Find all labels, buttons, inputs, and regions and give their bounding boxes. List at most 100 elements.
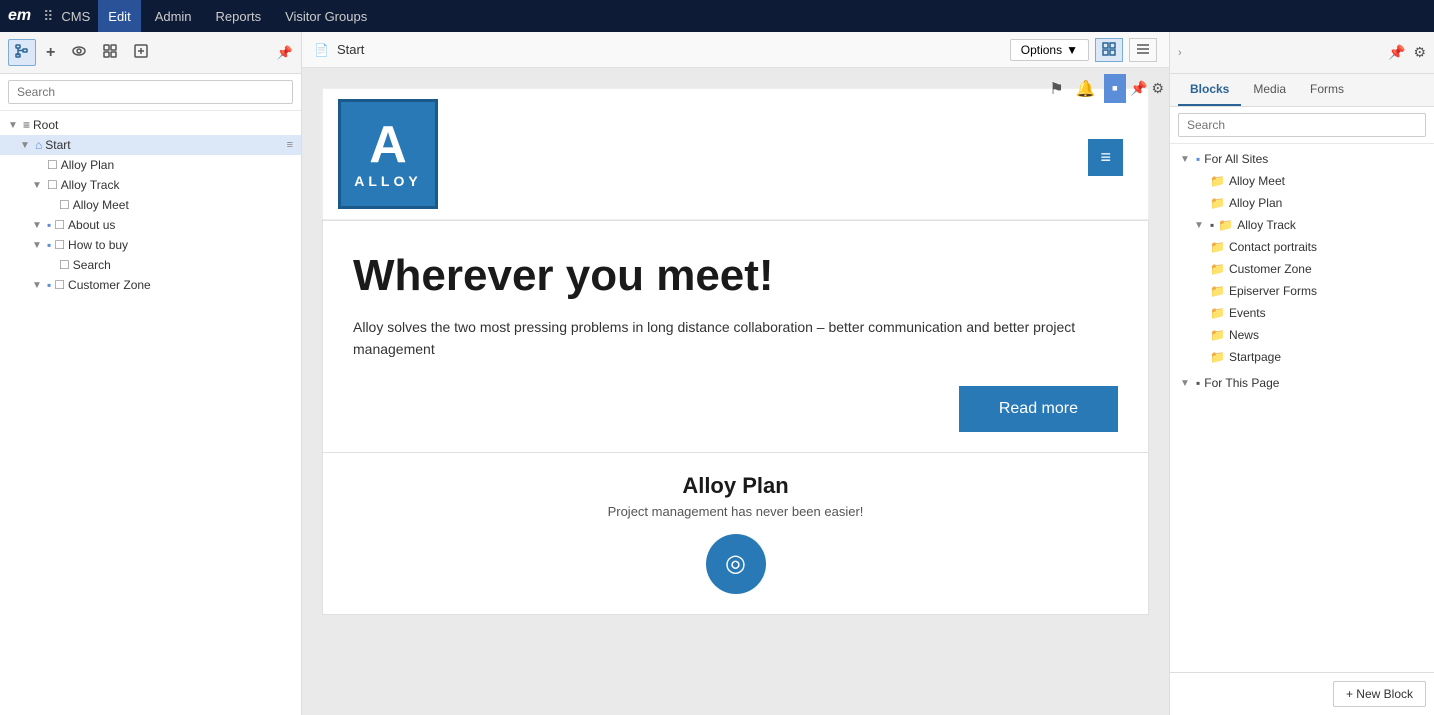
start-actions[interactable]: ≡ (287, 139, 293, 151)
right-sidebar-expand[interactable]: › (1178, 47, 1182, 59)
alloy-plan-title: Alloy Plan (343, 473, 1128, 499)
expand-alloy-track-icon: ▼ (32, 180, 44, 191)
right-sidebar: › 📌 ⚙ Blocks Media Forms ▼ ▪ For All Sit… (1169, 32, 1434, 715)
tab-blocks[interactable]: Blocks (1178, 74, 1241, 106)
alloy-plan-subtitle: Project management has never been easier… (343, 504, 1128, 519)
flag-button[interactable]: ⚑ (1045, 75, 1067, 103)
root-icon: ≡ (23, 118, 30, 132)
right-tree-customer-zone[interactable]: 📁 Customer Zone (1170, 258, 1434, 280)
news-label: News (1229, 328, 1259, 342)
tree-view-button[interactable] (8, 39, 36, 66)
pin-icon-left[interactable]: 📌 (277, 45, 293, 61)
breadcrumb-page-icon: 📄 (314, 43, 329, 57)
episerver-forms-label: Episerver Forms (1229, 284, 1317, 298)
new-block-button[interactable]: + New Block (1333, 681, 1426, 707)
tree-item-about-us-label: About us (68, 218, 293, 232)
events-label: Events (1229, 306, 1266, 320)
right-tree-news[interactable]: 📁 News (1170, 324, 1434, 346)
alloy-plan-icon-shape: ◎ (725, 549, 746, 578)
brand-letter: A (369, 119, 407, 171)
search-input[interactable] (8, 80, 293, 104)
preview-area: A ALLOY ≡ Wherever you meet! Alloy solve… (302, 68, 1169, 715)
tree-item-search[interactable]: ☐ Search (0, 255, 301, 275)
gear-button[interactable]: ⚙ (1151, 80, 1164, 97)
for-this-page-label: For This Page (1204, 376, 1279, 390)
admin-button[interactable]: Admin (145, 0, 202, 32)
add-page-button[interactable]: + (39, 39, 62, 67)
right-tree-alloy-track[interactable]: ▼ ▪ 📁 Alloy Track (1170, 214, 1434, 236)
right-tree-contact-portraits[interactable]: 📁 Contact portraits (1170, 236, 1434, 258)
cms-label: CMS (61, 9, 90, 24)
right-tree-for-this-page[interactable]: ▼ ▪ For This Page (1170, 372, 1434, 394)
notification-button[interactable]: 🔔 (1072, 75, 1100, 103)
right-sidebar-topbar: › 📌 ⚙ (1170, 32, 1434, 74)
edit-button[interactable]: Edit (98, 0, 140, 32)
tree-item-alloy-plan[interactable]: ☐ Alloy Plan (0, 155, 301, 175)
tree-item-root[interactable]: ▼ ≡ Root (0, 115, 301, 135)
how-to-buy-folder-icon: ▪ (47, 238, 51, 252)
tab-media[interactable]: Media (1241, 74, 1298, 106)
left-sidebar: + (0, 32, 302, 715)
reports-button[interactable]: Reports (206, 0, 272, 32)
expand-for-this-page-icon: ▼ (1180, 378, 1192, 389)
alloy-meet-doc-icon: ☐ (59, 198, 70, 212)
list-layout-button[interactable] (1129, 38, 1157, 62)
alloy-meet-folder-icon: 📁 (1210, 174, 1225, 188)
hamburger-menu[interactable]: ≡ (1088, 139, 1123, 176)
brand-name: ALLOY (354, 173, 421, 189)
grid-icon[interactable]: ⠿ (43, 8, 53, 25)
search-doc-icon: ☐ (59, 258, 70, 272)
right-tree-alloy-meet[interactable]: 📁 Alloy Meet (1170, 170, 1434, 192)
alloy-plan-icon: ◎ (706, 534, 766, 594)
for-this-page-expand-icon: ▪ (1196, 376, 1200, 390)
how-to-buy-doc-icon: ☐ (54, 238, 65, 252)
media-button[interactable]: ▪ (1104, 74, 1126, 103)
tree-item-alloy-meet-label: Alloy Meet (73, 198, 293, 212)
right-tree-for-all-sites[interactable]: ▼ ▪ For All Sites (1170, 148, 1434, 170)
add-content-button[interactable] (127, 39, 155, 66)
pin-button-right[interactable]: 📌 (1130, 80, 1147, 97)
zoom-button[interactable] (96, 39, 124, 66)
tree-item-start[interactable]: ▼ ⌂ Start ≡ (0, 135, 301, 155)
contact-portraits-folder-icon: 📁 (1210, 240, 1225, 254)
startpage-label: Startpage (1229, 350, 1281, 364)
customer-zone-folder-icon-right: 📁 (1210, 262, 1225, 276)
alloy-track-expand-icon: ▪ (1210, 218, 1214, 232)
right-sidebar-tabs: Blocks Media Forms (1170, 74, 1434, 107)
right-tree-events[interactable]: 📁 Events (1170, 302, 1434, 324)
right-sidebar-search (1170, 107, 1434, 144)
sidebar-search (0, 74, 301, 111)
alloy-track-doc-icon: ☐ (47, 178, 58, 192)
right-tree: ▼ ▪ For All Sites 📁 Alloy Meet 📁 Alloy P… (1170, 144, 1434, 672)
tab-forms[interactable]: Forms (1298, 74, 1356, 106)
tree-item-customer-zone-label: Customer Zone (68, 278, 293, 292)
contact-portraits-label: Contact portraits (1229, 240, 1317, 254)
logo: em (8, 7, 31, 25)
brand-logo: A ALLOY (338, 99, 438, 209)
right-pin-button[interactable]: 📌 (1388, 44, 1405, 61)
expand-right-alloy-track: ▼ (1194, 220, 1206, 231)
tree-item-how-to-buy[interactable]: ▼ ▪ ☐ How to buy (0, 235, 301, 255)
expand-how-to-buy-icon: ▼ (32, 240, 44, 251)
expand-icon: ▼ (8, 120, 20, 131)
tree-item-customer-zone[interactable]: ▼ ▪ ☐ Customer Zone (0, 275, 301, 295)
tree-item-alloy-meet[interactable]: ☐ Alloy Meet (0, 195, 301, 215)
tree-item-alloy-track[interactable]: ▼ ☐ Alloy Track (0, 175, 301, 195)
news-folder-icon: 📁 (1210, 328, 1225, 342)
about-us-doc-icon: ☐ (54, 218, 65, 232)
read-more-button[interactable]: Read more (959, 386, 1118, 432)
visitor-groups-button[interactable]: Visitor Groups (275, 0, 377, 32)
right-tree-alloy-plan[interactable]: 📁 Alloy Plan (1170, 192, 1434, 214)
right-gear-button[interactable]: ⚙ (1413, 44, 1426, 61)
for-all-sites-label: For All Sites (1204, 152, 1268, 166)
options-button[interactable]: Options ▼ (1010, 39, 1089, 61)
right-tree-episerver-forms[interactable]: 📁 Episerver Forms (1170, 280, 1434, 302)
hero-section: Wherever you meet! Alloy solves the two … (322, 220, 1149, 453)
tree-item-about-us[interactable]: ▼ ▪ ☐ About us (0, 215, 301, 235)
right-search-input[interactable] (1178, 113, 1426, 137)
grid-layout-button[interactable] (1095, 38, 1123, 62)
right-tree-startpage[interactable]: 📁 Startpage (1170, 346, 1434, 368)
tree-item-how-to-buy-label: How to buy (68, 238, 293, 252)
preview-button[interactable] (65, 39, 93, 66)
tree-item-start-label: Start (45, 138, 283, 152)
